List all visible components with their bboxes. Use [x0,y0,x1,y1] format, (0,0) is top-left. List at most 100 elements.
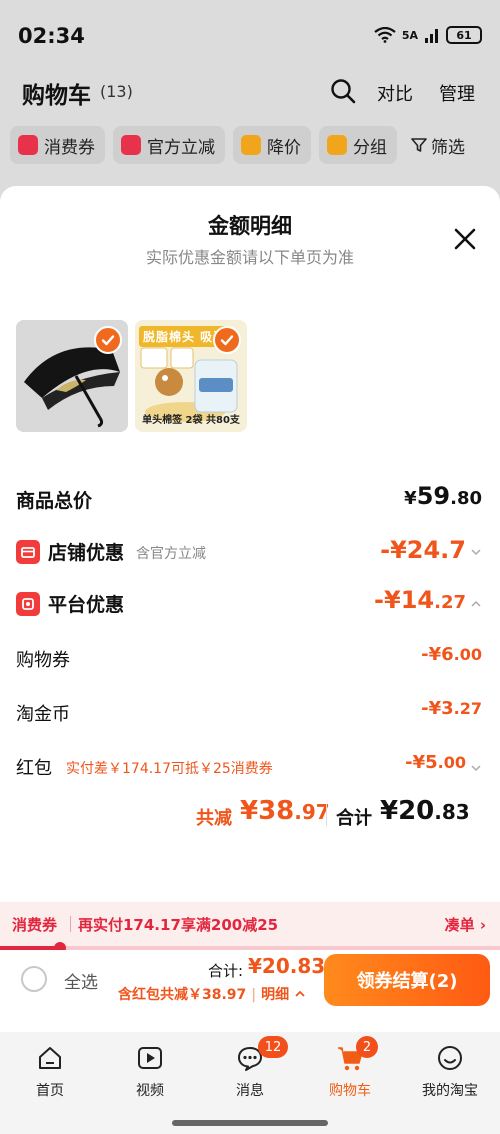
goods-total-int: 59 [416,482,451,510]
bottom-tab-bar: 首页 视频 12 消息 2 购物车 我的淘宝 [0,1032,500,1134]
promo-tag: 消费券 [12,916,58,934]
search-icon[interactable] [330,78,356,104]
product-thumbnail-cotton-swab[interactable]: 脱脂棉头 吸油 单头棉签 2袋 共80支 [135,320,247,432]
coupon-promo-bar: 消费券 再实付174.17享满200减25 凑单 › [0,902,500,946]
taojin-coin-value: -¥3.27 [421,698,482,719]
sheet-title: 金额明细 [208,214,292,238]
battery-level: 61 [456,28,472,42]
total-dec: .83 [434,800,470,824]
platform-discount-int: -¥14 [374,586,435,614]
chevron-up-icon[interactable] [470,598,482,610]
platform-discount-row[interactable]: 平台优惠 -¥14.27 [16,586,486,626]
checkout-button[interactable]: 领券结算(2) [324,954,490,1006]
checkout-saving-text: 含红包共减￥38.97 [118,987,247,1003]
goods-total-dec: .80 [450,488,482,509]
goods-total-value: ¥59.80 [404,482,482,510]
tab-my-taobao[interactable]: 我的淘宝 [400,1040,500,1104]
wifi-icon [374,27,396,43]
shopping-coupon-int: -¥6 [421,644,454,665]
compare-button[interactable]: 对比 [377,80,413,106]
shopping-coupon-value: -¥6.00 [421,644,482,665]
shopping-coupon-row: 购物券 -¥6.00 [16,642,486,682]
chevron-down-icon[interactable] [470,546,482,558]
sheet-subtitle: 实际优惠金额请以下单页为准 [145,248,354,267]
close-icon[interactable] [450,224,480,254]
platform-discount-value: -¥14.27 [374,586,466,614]
filter-chip-label: 分组 [353,137,387,158]
lightning-icon [121,135,141,155]
detail-label: 明细 [261,987,290,1003]
filter-icon [411,138,427,152]
tab-label: 视频 [136,1083,164,1099]
cart-badge: 2 [356,1036,378,1058]
filter-chip-official-discount[interactable]: 官方立减 [113,126,225,164]
tab-label: 消息 [236,1083,264,1099]
chevron-up-icon [295,990,305,997]
total-int: ¥20 [380,796,435,826]
product-caption: 单头棉签 2袋 共80支 [142,415,240,426]
filter-button[interactable]: 筛选 [405,126,471,164]
total-value: ¥20.83 [380,796,470,826]
page-title: 购物车 [22,83,91,109]
red-packet-int: -¥5 [405,752,438,773]
status-icons: 5A 61 [374,26,482,44]
tab-video[interactable]: 视频 [100,1040,200,1104]
filter-label: 筛选 [431,137,465,158]
tab-messages[interactable]: 12 消息 [200,1036,300,1104]
red-packet-row[interactable]: 红包 实付差￥174.17可抵￥25消费券 -¥5.00 [16,750,486,790]
selected-check-icon[interactable] [213,326,241,354]
total-saving-label: 共减 [196,808,232,829]
checkout-bar: 全选 合计: ¥20.83 含红包共减￥38.97 | 明细 领券结算(2) [0,950,500,1032]
profile-icon [438,1046,462,1070]
red-packet-note: 实付差￥174.17可抵￥25消费券 [66,761,273,777]
checkout-total-value: ¥20.83 [248,954,326,978]
taojin-coin-dec: .27 [453,699,482,718]
select-all-label[interactable]: 全选 [64,968,98,993]
store-discount-row[interactable]: 店铺优惠 含官方立减 -¥24.7 [16,534,486,574]
coupon-icon [18,135,38,155]
product-thumbnail-umbrella[interactable] [16,320,128,432]
status-time: 02:34 [18,24,85,48]
shopping-coupon-label: 购物券 [16,650,70,671]
video-icon [138,1047,162,1069]
tab-label: 购物车 [329,1083,371,1099]
filter-chip-price-drop[interactable]: 降价 [233,126,311,164]
red-packet-label: 红包 [16,758,52,779]
filter-chip-label: 官方立减 [147,137,215,158]
battery-icon: 61 [446,26,482,44]
home-indicator[interactable] [172,1120,328,1126]
network-type: 5A [401,28,418,42]
tab-cart[interactable]: 2 购物车 [300,1036,400,1104]
total-label: 合计 [336,808,372,829]
red-packet-value: -¥5.00 [405,752,466,773]
taojin-coin-int: -¥3 [421,698,454,719]
taojin-coin-label: 淘金币 [16,704,70,725]
manage-button[interactable]: 管理 [439,80,475,106]
store-discount-value: -¥24.7 [380,536,466,564]
chevron-down-icon[interactable] [470,762,482,774]
shopping-coupon-dec: .00 [453,645,482,664]
filter-chip-group[interactable]: 分组 [319,126,397,164]
total-saving-value: ¥38.97 [240,796,330,826]
promo-text: 再实付174.17享满200减25 [78,916,279,934]
detail-toggle[interactable]: 明细 [261,987,306,1003]
tab-label: 我的淘宝 [422,1083,478,1099]
amount-detail-sheet: 金额明细 实际优惠金额请以下单页为准 脱脂棉头 吸油 单头棉签 2袋 共80支 … [0,186,500,1032]
add-items-link[interactable]: 凑单 › [445,914,486,935]
cart-item-count: (13) [100,82,133,101]
filter-chip-label: 降价 [267,137,301,158]
goods-total-label: 商品总价 [16,490,93,512]
promo-separator [70,916,71,932]
taojin-coin-row: 淘金币 -¥3.27 [16,696,486,736]
tab-home[interactable]: 首页 [0,1040,100,1104]
summary-divider [326,804,327,826]
tab-label: 首页 [36,1083,64,1099]
select-all-checkbox[interactable] [21,966,47,992]
filter-chip-coupon[interactable]: 消费券 [10,126,105,164]
platform-discount-label: 平台优惠 [48,594,125,616]
selected-check-icon[interactable] [94,326,122,354]
total-saving-int: ¥38 [240,796,295,826]
goods-total-row: 商品总价 ¥59.80 [16,482,486,522]
signal-icon [425,29,438,43]
platform-icon [16,592,40,616]
